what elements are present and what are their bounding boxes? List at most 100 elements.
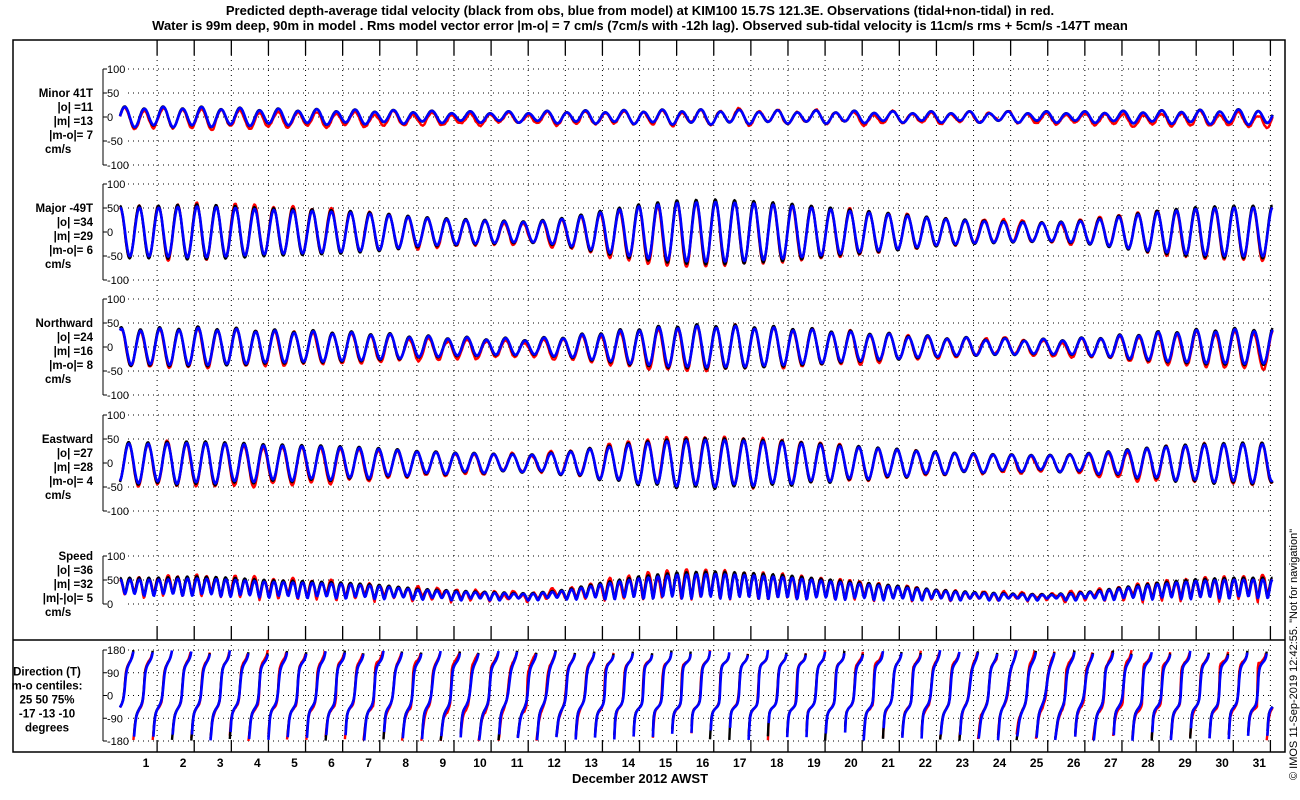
- panel-stat-label: Northward: [36, 318, 94, 330]
- y-tick-label: -50: [107, 482, 123, 494]
- x-tick-label: 2: [180, 756, 187, 770]
- y-tick-label: -100: [107, 390, 129, 402]
- x-tick-label: 11: [511, 756, 524, 770]
- y-tick-label: -100: [107, 160, 129, 172]
- panels: Minor 41T |o| =11 |m| =13 |m-o|= 7 cm/s 100 50…: [12, 64, 1274, 748]
- x-tick-label: 9: [440, 756, 447, 770]
- y-tick-label: 0: [107, 691, 113, 703]
- panel-stat-label: degrees: [25, 723, 69, 735]
- x-tick-label: 17: [733, 756, 747, 770]
- x-tick-label: 18: [770, 756, 784, 770]
- x-tick-label: 12: [548, 756, 562, 770]
- panel-minor: Minor 41T |o| =11 |m| =13 |m-o|= 7 cm/s 100 50…: [39, 64, 1274, 172]
- panel-stat-label: Eastward: [42, 434, 93, 446]
- x-tick-label: 14: [622, 756, 636, 770]
- x-tick-label: 24: [993, 756, 1007, 770]
- panel-stat-label: 25 50 75%: [20, 695, 75, 707]
- panel-stat-label: cm/s: [45, 607, 71, 619]
- panel-stat-label: |o| =34: [57, 217, 94, 229]
- y-tick-label: -90: [107, 713, 123, 725]
- minor-model-tidal-line: [118, 105, 1274, 129]
- panel-stat-label: Direction (T): [13, 667, 81, 679]
- north-model-tidal-line: [118, 324, 1274, 369]
- major-model-tidal-line: [119, 200, 1274, 263]
- y-tick-label: 100: [107, 294, 125, 306]
- panel-stat-label: |m|-|o|= 5: [43, 593, 94, 605]
- x-tick-label: 29: [1178, 756, 1192, 770]
- y-tick-label: -100: [107, 506, 129, 518]
- chart-title-line-2: Water is 99m deep, 90m in model . Rms mo…: [152, 18, 1128, 33]
- panel-stat-label: cm/s: [45, 374, 71, 386]
- panel-north: Northward |o| =24 |m| =16 |m-o|= 8 cm/s 100 50…: [36, 294, 1274, 402]
- x-tick-label: 13: [585, 756, 599, 770]
- y-tick-label: 100: [107, 64, 125, 76]
- panel-stat-label: |m| =16: [54, 346, 93, 358]
- x-tick-label: 23: [956, 756, 970, 770]
- y-tick-label: 0: [107, 342, 113, 354]
- x-tick-label: 7: [365, 756, 372, 770]
- y-tick-label: -50: [107, 251, 123, 263]
- panel-stat-label: cm/s: [45, 490, 71, 502]
- x-tick-label: 19: [807, 756, 821, 770]
- y-tick-label: 50: [107, 434, 119, 446]
- x-tick-label: 10: [473, 756, 487, 770]
- panel-stat-label: Minor 41T: [39, 88, 93, 100]
- x-tick-label: 3: [217, 756, 224, 770]
- x-tick-label: 30: [1215, 756, 1229, 770]
- x-tick-labels: 1 2 3 4 5 6 7 8 9 10 11 12 13 14 15 16 17 18 19 20 21 22 23 24 2…: [143, 756, 1267, 770]
- panel-stat-label: |m| =13: [54, 116, 93, 128]
- x-tick-label: 28: [1141, 756, 1155, 770]
- y-tick-label: -50: [107, 366, 123, 378]
- x-tick-label: 1: [143, 756, 150, 770]
- panel-stat-label: |o| =11: [57, 102, 93, 114]
- panel-stat-label: Major -49T: [35, 203, 93, 215]
- panel-dir: Direction (T) m-o centiles: 25 50 75% -17 -…: [12, 645, 1274, 748]
- y-tick-label: -50: [107, 136, 123, 148]
- y-tick-label: 50: [107, 203, 119, 215]
- major-obs-tidal-line: [119, 198, 1274, 266]
- dir-observations-line: [118, 649, 1274, 742]
- panel-stat-label: |m-o|= 8: [49, 360, 93, 372]
- panel-stat-label: |o| =36: [57, 565, 93, 577]
- y-tick-label: 0: [107, 458, 113, 470]
- panel-stat-label: cm/s: [45, 144, 71, 156]
- x-tick-label: 5: [291, 756, 298, 770]
- y-tick-label: 90: [107, 668, 119, 680]
- x-tick-label: 25: [1030, 756, 1044, 770]
- x-tick-label: 27: [1104, 756, 1118, 770]
- y-tick-label: 100: [107, 410, 125, 422]
- gridlines: [156, 40, 1272, 752]
- y-tick-label: 100: [107, 179, 125, 191]
- panel-stat-label: -17 -13 -10: [19, 709, 75, 721]
- tidal-velocity-chart: Predicted depth-average tidal velocity (…: [12, 3, 1300, 786]
- panel-stat-label: |m-o|= 7: [49, 130, 93, 142]
- panel-stat-label: |o| =27: [57, 448, 93, 460]
- panel-stat-label: |m| =32: [54, 579, 93, 591]
- x-tick-label: 22: [919, 756, 933, 770]
- chart-title-line-1: Predicted depth-average tidal velocity (…: [226, 3, 1054, 18]
- y-tick-label: 0: [107, 599, 113, 611]
- panel-stat-label: |o| =24: [57, 332, 94, 344]
- x-tick-label: 15: [659, 756, 673, 770]
- north-obs-tidal-line: [118, 323, 1274, 371]
- panel-stat-label: |m| =29: [54, 231, 93, 243]
- copyright-footer: © IMOS 11-Sep-2019 12:42:55. "Not for na…: [1288, 529, 1300, 780]
- panel-speed: Speed |o| =36 |m| =32 |m|-|o|= 5 cm/s 100 50 0: [43, 551, 1274, 619]
- x-tick-label: 4: [254, 756, 261, 770]
- dir-obs-tidal-line: [118, 649, 1274, 741]
- panel-stat-label: |m| =28: [54, 462, 94, 474]
- y-tick-label: -180: [107, 736, 129, 748]
- panel-stat-label: |m-o|= 6: [49, 245, 93, 257]
- panel-stat-label: m-o centiles:: [12, 681, 83, 693]
- x-tick-label: 21: [881, 756, 895, 770]
- x-tick-label: 31: [1253, 756, 1267, 770]
- x-axis-label: December 2012 AWST: [572, 771, 708, 786]
- y-tick-label: 0: [107, 227, 113, 239]
- y-tick-label: 180: [107, 645, 125, 657]
- x-tick-label: 16: [696, 756, 710, 770]
- y-tick-label: -100: [107, 275, 129, 287]
- y-tick-label: 50: [107, 88, 119, 100]
- y-tick-label: 50: [107, 575, 119, 587]
- x-tick-label: 20: [844, 756, 858, 770]
- plot-frame: [12, 39, 1286, 753]
